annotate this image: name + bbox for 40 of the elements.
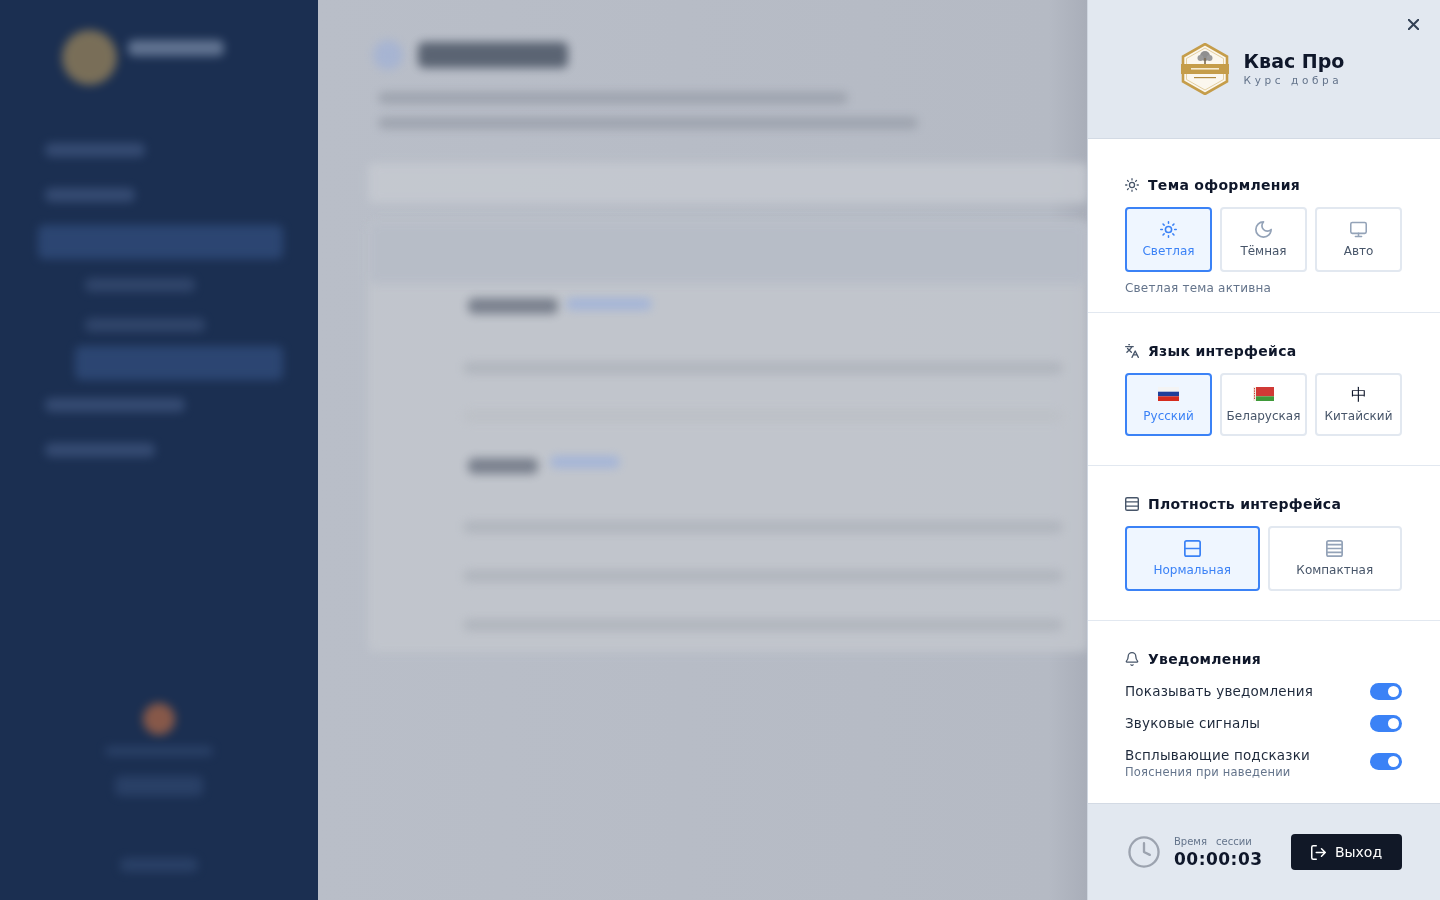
close-icon — [1407, 18, 1419, 30]
language-option[interactable]: Русский — [1125, 373, 1212, 436]
two-band-flag-icon — [1253, 386, 1274, 401]
density-option[interactable]: Компактная — [1267, 526, 1402, 591]
toggle-switch[interactable] — [1370, 753, 1402, 770]
setting-hint: Пояснения при наведении — [1125, 764, 1292, 780]
theme-status-text: Светлая тема активна — [1125, 280, 1273, 296]
four-rows-icon — [1326, 539, 1344, 557]
clock-icon — [1128, 836, 1160, 868]
language-option[interactable]: 中 Китайский — [1315, 373, 1402, 436]
rows-icon — [1125, 497, 1139, 511]
hexagon-badge-logo-icon — [1179, 43, 1230, 95]
tricolor-flag-icon — [1158, 386, 1179, 401]
monitor-icon — [1350, 220, 1367, 238]
setting-label: Показывать уведомления — [1125, 682, 1314, 701]
brand-subtitle: Курс добра — [1243, 73, 1344, 88]
character-icon: 中 — [1350, 385, 1367, 403]
session-timer: 00:00:03 — [1174, 849, 1263, 869]
setting-label: Звуковые сигналы — [1125, 714, 1261, 733]
translate-icon — [1125, 344, 1139, 358]
setting-label: Всплывающие подсказки — [1125, 746, 1311, 765]
close-button[interactable] — [1406, 17, 1420, 31]
sun-icon — [1125, 178, 1139, 192]
section-title: Плотность интерфейса — [1148, 496, 1342, 512]
moon-icon — [1255, 220, 1272, 238]
toggle-switch[interactable] — [1370, 714, 1402, 732]
toggle-switch[interactable] — [1370, 682, 1402, 700]
section-title: Уведомления — [1148, 651, 1262, 667]
sun-icon — [1160, 220, 1177, 238]
section-title: Тема оформления — [1148, 177, 1301, 193]
theme-option[interactable]: Тёмная — [1220, 207, 1307, 272]
bell-icon — [1125, 652, 1139, 666]
session-label: Время сессии — [1174, 835, 1253, 849]
language-option[interactable]: Беларуская — [1220, 373, 1307, 436]
brand-title: Квас Про — [1243, 50, 1345, 72]
theme-option[interactable]: Авто — [1315, 207, 1402, 272]
logout-icon — [1310, 844, 1326, 860]
section-title: Язык интерфейса — [1148, 343, 1297, 359]
logout-button[interactable]: Выход — [1291, 834, 1402, 870]
two-rows-icon — [1183, 539, 1201, 557]
